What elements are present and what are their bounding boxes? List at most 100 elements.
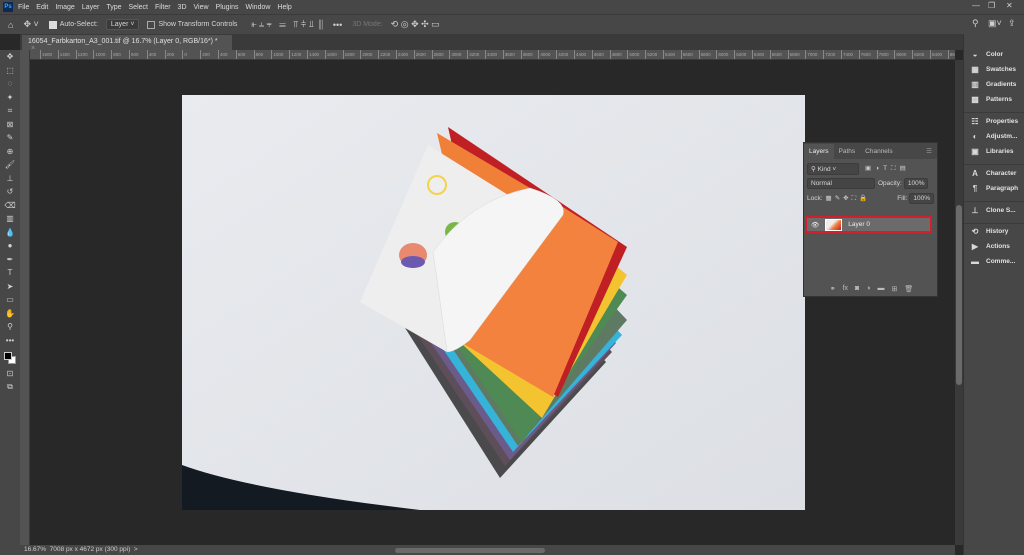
menu-image[interactable]: Image: [55, 4, 74, 11]
color-swatches[interactable]: [0, 351, 20, 367]
adjustment-layer-icon[interactable]: ◑: [866, 285, 870, 293]
menu-file[interactable]: File: [18, 4, 29, 11]
dock-item-comme[interactable]: ▬ Comme...: [969, 257, 1015, 266]
layer-row[interactable]: 👁 Layer 0: [805, 216, 932, 233]
zoom-level[interactable]: 16.67%: [24, 546, 46, 553]
tab-layers[interactable]: Layers: [804, 143, 834, 159]
group-folder-icon[interactable]: ▬: [878, 285, 885, 293]
minimize-icon[interactable]: —: [972, 1, 980, 10]
show-transform-checkbox[interactable]: [147, 20, 156, 29]
trash-icon[interactable]: 🗑: [904, 285, 913, 293]
blur-tool-icon[interactable]: 💧: [0, 226, 20, 240]
more-tool-icon[interactable]: •••: [0, 334, 20, 348]
dock-item-swatches[interactable]: ▦ Swatches: [969, 65, 1016, 74]
menu-edit[interactable]: Edit: [36, 4, 48, 11]
properties-icon: ☷: [971, 117, 979, 126]
align-icons[interactable]: ⫦ ⫨ ⫧ ☰ ⫪ ⫩ ⫫ ⫼: [251, 19, 322, 30]
layer-name[interactable]: Layer 0: [848, 221, 870, 228]
pen-tool-icon[interactable]: ✒: [0, 253, 20, 267]
healing-tool-icon[interactable]: ⊕: [0, 145, 20, 159]
dock-item-patterns[interactable]: ▩ Patterns: [969, 95, 1012, 104]
dock-item-gradients[interactable]: ▥ Gradients: [969, 80, 1016, 89]
menu-window[interactable]: Window: [246, 4, 271, 11]
ruler-tick: 1800: [342, 50, 355, 59]
dock-item-actions[interactable]: ▶ Actions: [969, 242, 1010, 251]
close-window-icon[interactable]: ✕: [1006, 1, 1013, 10]
share-icon[interactable]: ⇪: [1008, 18, 1016, 29]
move-tool-icon[interactable]: ✥: [0, 50, 20, 64]
dock-item-history[interactable]: ⟲ History: [969, 227, 1009, 236]
search-icon[interactable]: ⚲: [972, 18, 979, 29]
path-select-tool-icon[interactable]: ➤: [0, 280, 20, 294]
foreground-color-swatch[interactable]: [4, 352, 12, 360]
auto-select-target-dropdown[interactable]: Layer ˅: [105, 19, 140, 30]
blend-mode-dropdown[interactable]: Normal: [807, 178, 875, 189]
dock-item-clones[interactable]: ⊥ Clone S...: [969, 206, 1016, 215]
dodge-tool-icon[interactable]: ●: [0, 239, 20, 253]
ruler-tick: 3400: [485, 50, 497, 59]
screen-mode-icon[interactable]: ⧉: [0, 381, 20, 395]
vertical-scroll-thumb[interactable]: [956, 205, 962, 385]
filter-value: Kind: [817, 165, 831, 173]
filter-type-icons[interactable]: ▣◑T⛶▤: [865, 164, 910, 173]
eyedropper-tool-icon[interactable]: ✎: [0, 131, 20, 145]
menu-type[interactable]: Type: [106, 4, 121, 11]
vertical-ruler[interactable]: [20, 50, 30, 545]
quick-mask-icon[interactable]: ⊡: [0, 367, 20, 381]
move-tool-icon[interactable]: ✥ ˅: [23, 19, 38, 30]
menu-3d[interactable]: 3D: [178, 4, 187, 11]
dock-item-adjustm[interactable]: ◐ Adjustm...: [969, 132, 1018, 141]
horizontal-scroll-thumb[interactable]: [395, 548, 545, 553]
dock-item-libraries[interactable]: ▣ Libraries: [969, 147, 1013, 156]
auto-select-checkbox[interactable]: [48, 20, 57, 29]
link-icon[interactable]: ⚭: [830, 285, 836, 293]
menu-filter[interactable]: Filter: [155, 4, 171, 11]
new-layer-icon[interactable]: ⊞: [892, 285, 898, 293]
status-menu-arrow[interactable]: >: [134, 546, 138, 553]
workspace-icon[interactable]: ▣˅: [988, 18, 1002, 29]
dock-item-label: Adjustm...: [986, 133, 1018, 140]
marquee-tool-icon[interactable]: ⬚: [0, 64, 20, 78]
fx-icon[interactable]: fx: [843, 285, 848, 293]
home-icon[interactable]: ⌂: [8, 20, 13, 30]
dock-item-label: Gradients: [986, 81, 1017, 88]
type-tool-icon[interactable]: T: [0, 266, 20, 280]
menu-layer[interactable]: Layer: [82, 4, 100, 11]
crop-tool-icon[interactable]: ⌗: [0, 104, 20, 118]
tab-channels[interactable]: Channels: [860, 144, 897, 159]
panel-menu-icon[interactable]: ☰: [921, 143, 937, 159]
dock-item-color[interactable]: ◒ Color: [969, 50, 1003, 59]
eye-visibility-icon[interactable]: 👁: [811, 221, 819, 229]
brush-tool-icon[interactable]: 🖌: [0, 158, 20, 172]
rectangle-tool-icon[interactable]: ▭: [0, 293, 20, 307]
document-canvas[interactable]: [182, 95, 805, 510]
dock-item-properties[interactable]: ☷ Properties: [969, 117, 1018, 126]
horizontal-ruler[interactable]: 1600 1400 1200 1000 800 600 400 200 0 200 400 600 80…: [30, 50, 955, 60]
lock-icons[interactable]: ▦✎✥⛶🔒: [826, 194, 871, 203]
stamp-tool-icon[interactable]: ⊥: [0, 172, 20, 186]
document-tab[interactable]: 16054_Farbkarton_A3_001.tif @ 16.7% (Lay…: [22, 35, 232, 52]
eraser-tool-icon[interactable]: ⌫: [0, 199, 20, 213]
dock-divider: [964, 164, 1024, 165]
dock-divider: [964, 223, 1024, 224]
dock-item-character[interactable]: A Character: [969, 169, 1016, 178]
zoom-tool-icon[interactable]: ⚲: [0, 320, 20, 334]
tab-paths[interactable]: Paths: [834, 144, 861, 159]
menu-select[interactable]: Select: [129, 4, 148, 11]
dock-item-paragraph[interactable]: ¶ Paragraph: [969, 184, 1018, 193]
history-brush-tool-icon[interactable]: ↺: [0, 185, 20, 199]
menu-view[interactable]: View: [194, 4, 209, 11]
fill-field[interactable]: 100%: [909, 193, 934, 204]
opacity-field[interactable]: 100%: [903, 178, 929, 189]
restore-icon[interactable]: ❐: [988, 1, 995, 10]
menu-help[interactable]: Help: [277, 4, 291, 11]
more-options-icon[interactable]: •••: [333, 20, 342, 30]
gradient-tool-icon[interactable]: ▥: [0, 212, 20, 226]
mask-icon[interactable]: ◙: [855, 285, 859, 293]
layer-filter-dropdown[interactable]: ⚲ Kind ˅: [807, 162, 859, 175]
lasso-tool-icon[interactable]: ◌: [0, 77, 20, 91]
magic-wand-tool-icon[interactable]: ✦: [0, 91, 20, 105]
hand-tool-icon[interactable]: ✋: [0, 307, 20, 321]
menu-plugins[interactable]: Plugins: [216, 4, 239, 11]
frame-tool-icon[interactable]: ⊠: [0, 118, 20, 132]
